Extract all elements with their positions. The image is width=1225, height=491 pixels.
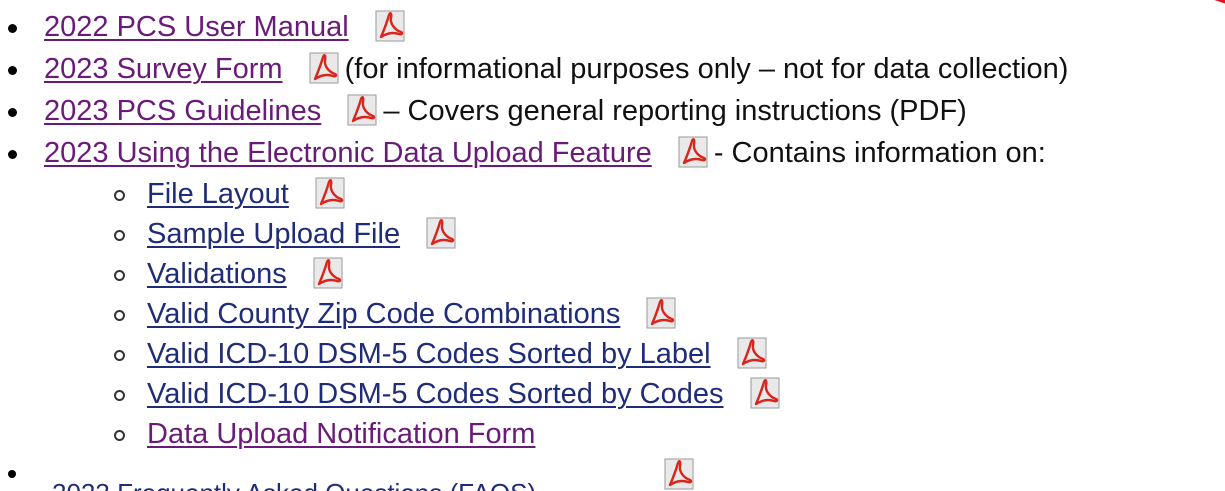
bullet — [8, 24, 17, 33]
pdf-icon[interactable] — [750, 377, 780, 409]
circle-bullet — [114, 430, 125, 441]
pdf-icon[interactable] — [678, 136, 708, 168]
sub-list-item: Valid County Zip Code Combinations — [0, 294, 1225, 334]
circle-bullet — [114, 190, 125, 201]
pdf-icon[interactable] — [737, 337, 767, 369]
bullet — [8, 108, 17, 117]
pdf-icon[interactable] — [375, 10, 405, 42]
pdf-icon[interactable] — [315, 177, 345, 209]
bullet — [8, 150, 17, 159]
sample-upload-file-link[interactable]: Sample Upload File — [147, 218, 400, 250]
sub-list-item: Valid ICD-10 DSM-5 Codes Sorted by Label — [0, 334, 1225, 374]
sub-list-item: Valid ICD-10 DSM-5 Codes Sorted by Codes — [0, 374, 1225, 414]
sub-list-item: Validations — [0, 254, 1225, 294]
sub-list: File Layout Sample Upload File Validatio… — [0, 174, 1225, 454]
pdf-icon[interactable] — [309, 52, 339, 84]
faq-item: 2023 Frequently Asked Questions (FAQS) — [0, 454, 1225, 491]
codes-by-label-link[interactable]: Valid ICD-10 DSM-5 Codes Sorted by Label — [147, 338, 711, 370]
pdf-icon[interactable] — [426, 217, 456, 249]
list-item: 2023 Survey Form (for informational purp… — [0, 48, 1225, 90]
item-description: (for informational purposes only – not f… — [344, 53, 1069, 85]
codes-by-codes-link[interactable]: Valid ICD-10 DSM-5 Codes Sorted by Codes — [147, 378, 724, 410]
pdf-icon[interactable] — [347, 94, 377, 126]
list-item: 2023 Using the Electronic Data Upload Fe… — [0, 132, 1225, 174]
circle-bullet — [114, 310, 125, 321]
sub-list-container: File Layout Sample Upload File Validatio… — [0, 174, 1225, 454]
faq-text: 2023 Frequently Asked Questions (FAQS) — [52, 478, 536, 491]
circle-bullet — [114, 350, 125, 361]
survey-form-link[interactable]: 2023 Survey Form — [44, 53, 283, 85]
bullet — [8, 470, 16, 478]
circle-bullet — [114, 230, 125, 241]
circle-bullet — [114, 390, 125, 401]
sub-list-item: Sample Upload File — [0, 214, 1225, 254]
item-description: - Contains information on: — [713, 137, 1046, 169]
list-item: 2022 PCS User Manual — [0, 6, 1225, 48]
pdf-icon[interactable] — [313, 257, 343, 289]
user-manual-link[interactable]: 2022 PCS User Manual — [44, 11, 349, 43]
notification-form-link[interactable]: Data Upload Notification Form — [147, 418, 535, 450]
sub-list-item: Data Upload Notification Form — [0, 414, 1225, 454]
list-item: 2023 PCS Guidelines – Covers general rep… — [0, 90, 1225, 132]
bullet — [8, 66, 17, 75]
sub-list-item: File Layout — [0, 174, 1225, 214]
validations-link[interactable]: Validations — [147, 258, 287, 290]
upload-feature-link[interactable]: 2023 Using the Electronic Data Upload Fe… — [44, 137, 652, 169]
item-description: – Covers general reporting instructions … — [383, 95, 967, 127]
file-layout-link[interactable]: File Layout — [147, 178, 289, 210]
circle-bullet — [114, 270, 125, 281]
zip-code-combinations-link[interactable]: Valid County Zip Code Combinations — [147, 298, 620, 330]
pdf-icon[interactable] — [664, 458, 694, 490]
guidelines-link[interactable]: 2023 PCS Guidelines — [44, 95, 321, 127]
document-list: 2022 PCS User Manual 2023 Survey Form (f… — [0, 6, 1225, 491]
pdf-icon[interactable] — [646, 297, 676, 329]
